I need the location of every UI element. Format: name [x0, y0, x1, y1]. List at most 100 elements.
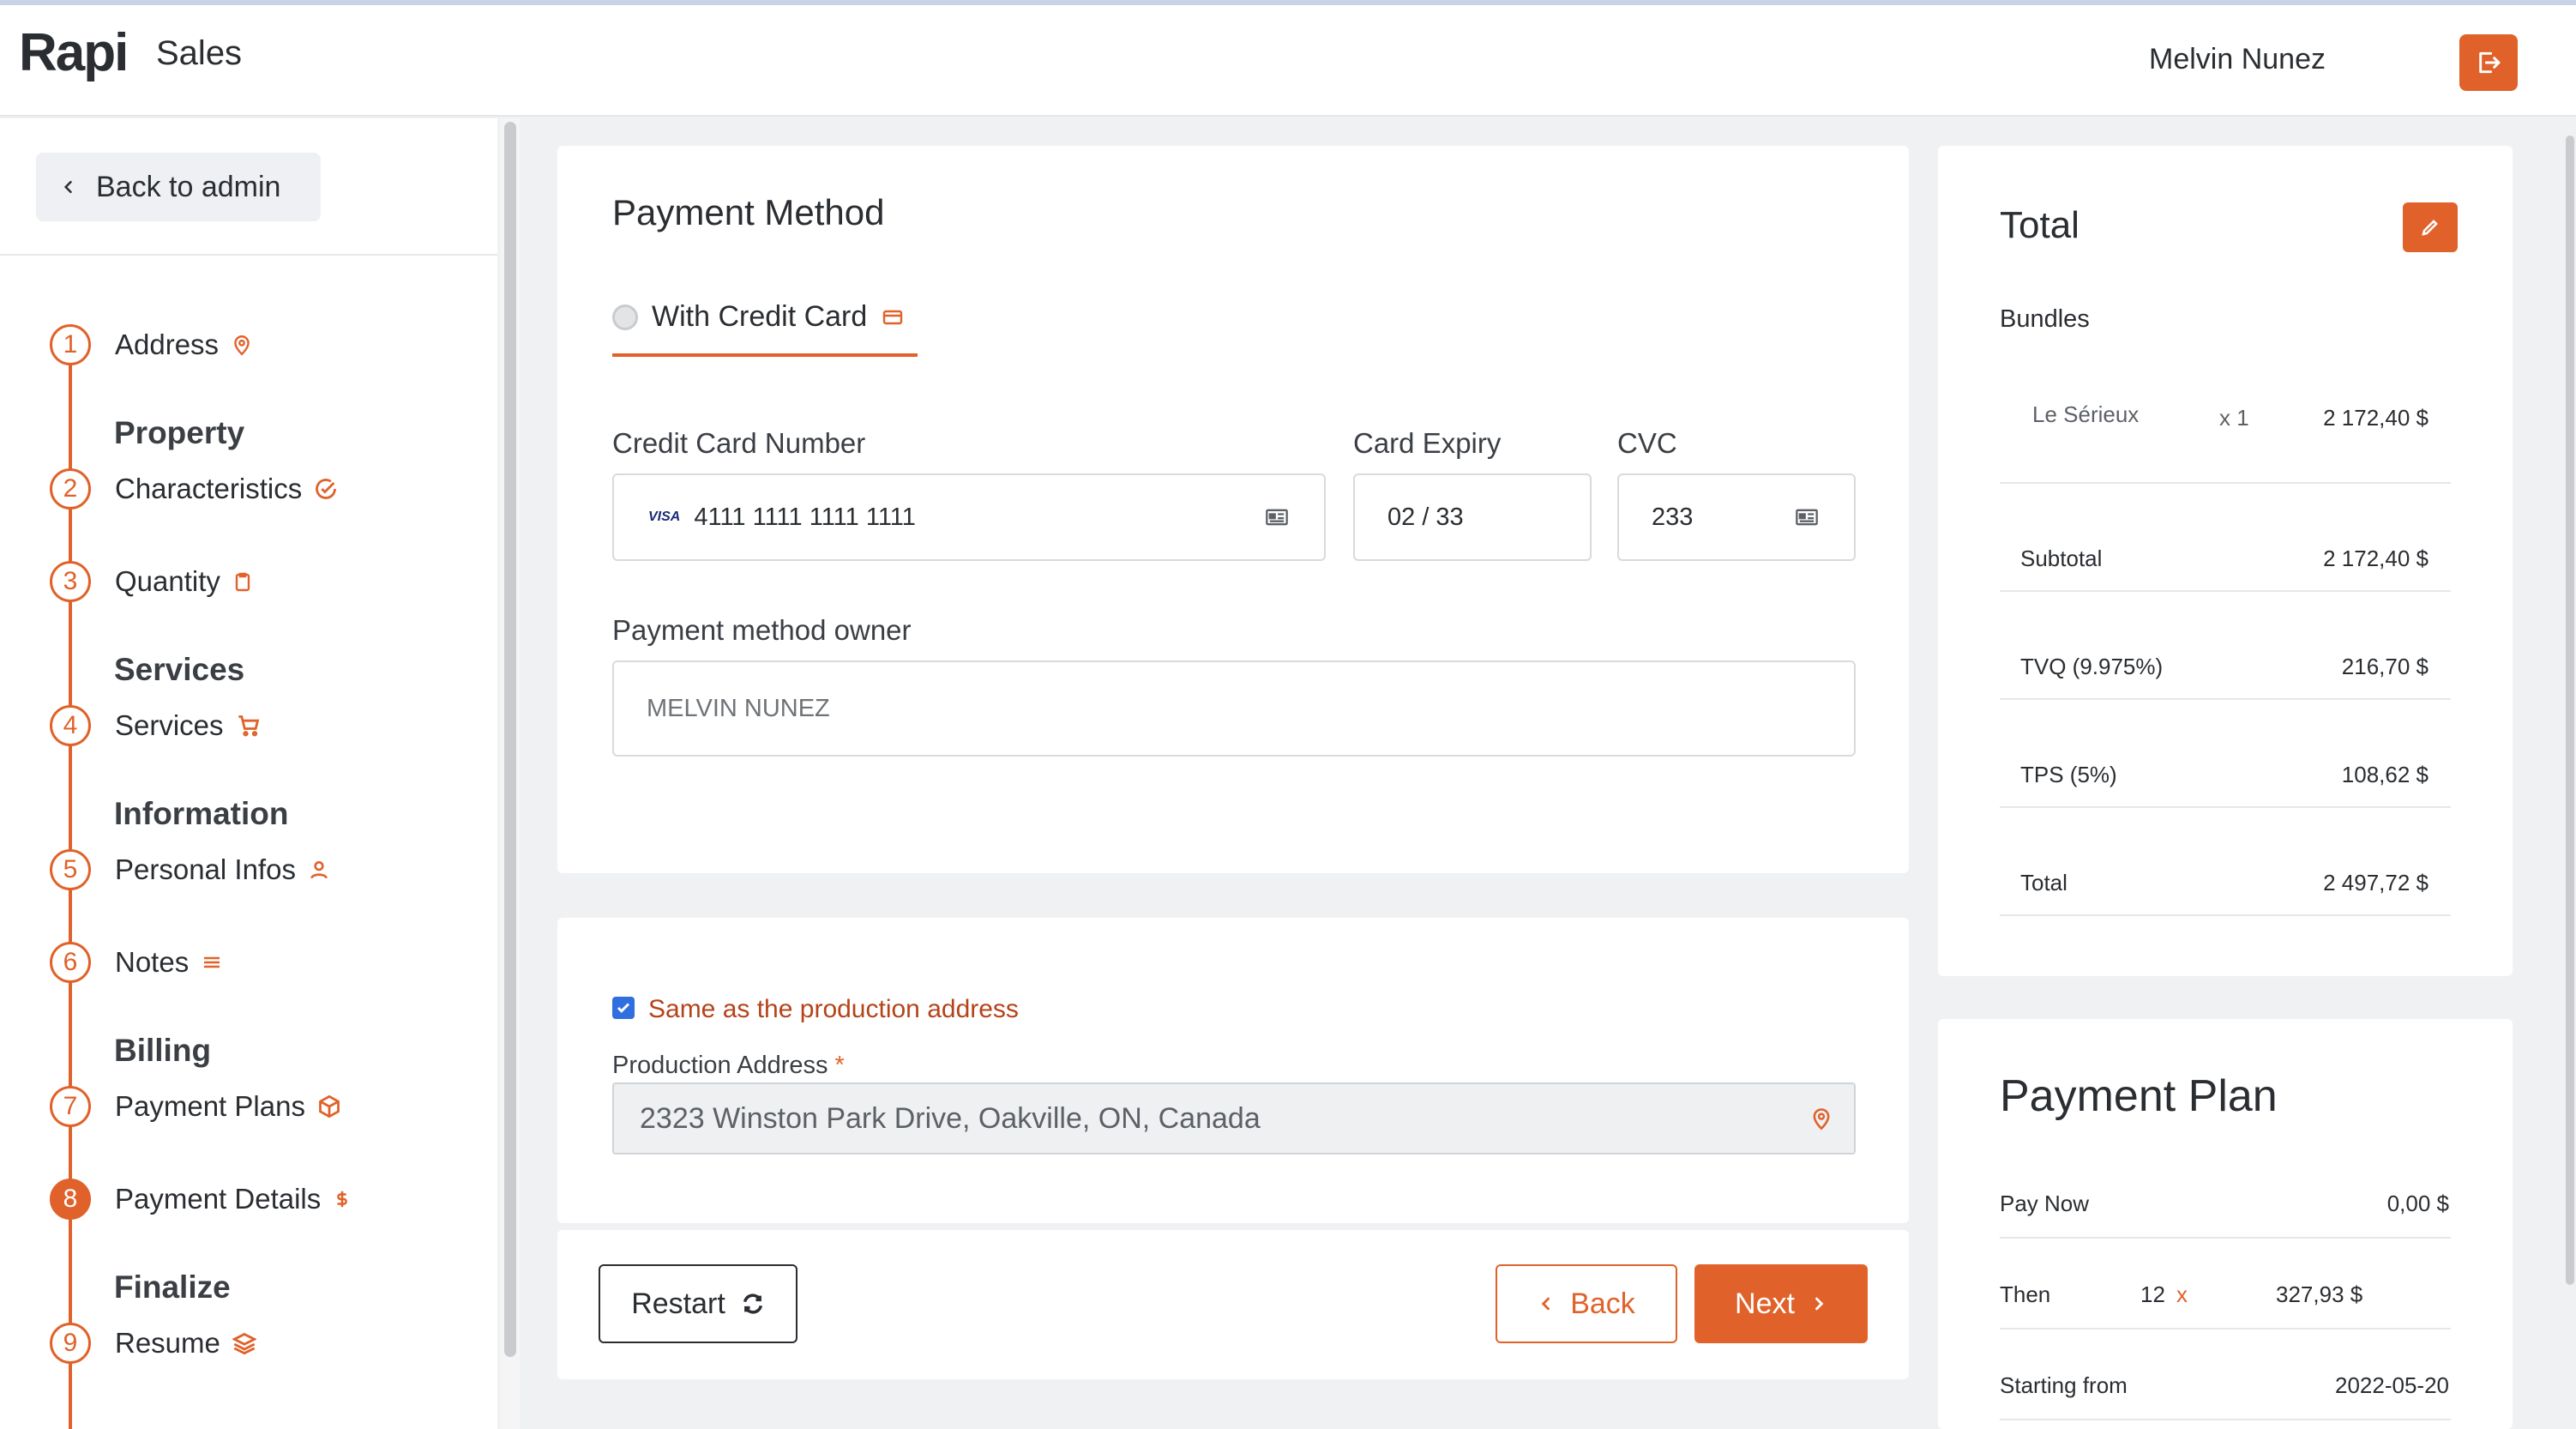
id-card-icon [1266, 509, 1288, 526]
sidebar-scrollbar[interactable] [501, 118, 520, 1429]
same-address-label[interactable]: Same as the production address [648, 995, 1019, 1024]
same-address-checkbox[interactable] [612, 997, 635, 1019]
next-button[interactable]: Next [1694, 1264, 1868, 1343]
step-number: 5 [50, 849, 91, 890]
refresh-icon [743, 1293, 762, 1314]
pay-now-value: 0,00 $ [2386, 1191, 2449, 1216]
payment-method-title: Payment Method [612, 192, 885, 232]
edit-total-button[interactable] [2403, 202, 2458, 252]
sidebar-scroll-thumb[interactable] [504, 122, 516, 1357]
step-personal-infos[interactable]: 5 Personal Infos [50, 849, 330, 890]
step-number: 9 [50, 1323, 91, 1364]
step-resume[interactable]: 9 Resume [50, 1323, 256, 1364]
tvq-value: 216,70 $ [2341, 654, 2429, 679]
step-notes[interactable]: 6 Notes [50, 942, 223, 983]
tps-value: 108,62 $ [2341, 762, 2429, 787]
step-payment-details[interactable]: 8 Payment Details [50, 1179, 352, 1220]
payment-method-card: Payment Method With Credit Card Credit C… [557, 146, 1909, 873]
step-label: Resume [115, 1327, 220, 1359]
user-name: Melvin Nunez [2149, 43, 2326, 75]
tps-label: TPS (5%) [2020, 762, 2117, 787]
id-card-icon [1796, 509, 1818, 526]
tvq-label: TVQ (9.975%) [2020, 654, 2164, 679]
step-label: Personal Infos [115, 853, 296, 885]
box-icon [319, 1094, 340, 1118]
actions-bar: Restart Back Next [557, 1230, 1909, 1379]
cvc-label: CVC [1617, 427, 1677, 459]
dollar-icon [337, 1191, 348, 1208]
step-services[interactable]: 4 Services [50, 705, 262, 746]
page-scrollbar[interactable] [2564, 118, 2576, 1429]
step-label: Services [115, 709, 224, 741]
tab-underline [612, 353, 918, 357]
divider [2000, 1419, 2451, 1420]
user-icon [310, 861, 328, 879]
card-number-field[interactable]: VISA 4111 1111 1111 1111 [612, 473, 1326, 561]
step-quantity[interactable]: 3 Quantity [50, 561, 253, 602]
chevron-right-icon [1815, 1297, 1824, 1311]
step-number: 4 [50, 705, 91, 746]
step-number: 6 [50, 942, 91, 983]
step-number: 2 [50, 468, 91, 509]
app-logo: Rapi [19, 23, 129, 82]
back-to-admin-button[interactable]: Back to admin [36, 153, 321, 221]
step-label: Address [115, 329, 220, 360]
total-label: Total [2020, 870, 2067, 895]
credit-card-radio[interactable] [612, 304, 638, 330]
tab-credit-card[interactable]: With Credit Card [612, 300, 905, 334]
step-address[interactable]: 1 Address [50, 324, 253, 365]
required-mark: * [834, 1052, 845, 1079]
group-property: Property [114, 415, 245, 450]
logout-button[interactable] [2459, 34, 2518, 91]
production-address-value: 2323 Winston Park Drive, Oakville, ON, C… [640, 1101, 1261, 1135]
starting-from-label: Starting from [2000, 1372, 2128, 1398]
step-number: 7 [50, 1086, 91, 1127]
step-characteristics[interactable]: 2 Characteristics [50, 468, 338, 509]
total-card: Total Bundles Le Sérieux x 1 2 172,40 $ … [1938, 146, 2513, 976]
check-icon [617, 1003, 630, 1013]
chevron-left-icon [63, 180, 72, 194]
production-address-field[interactable]: 2323 Winston Park Drive, Oakville, ON, C… [612, 1082, 1856, 1155]
credit-card-icon [883, 310, 903, 324]
pay-now-label: Pay Now [2000, 1191, 2090, 1216]
owner-label: Payment method owner [612, 614, 912, 646]
notes-icon [204, 956, 220, 968]
step-label: Payment Plans [115, 1090, 305, 1122]
group-services: Services [114, 652, 245, 687]
total-title: Total [2000, 204, 2079, 246]
then-label: Then [2000, 1281, 2051, 1307]
card-number-value: 4111 1111 1111 1111 [694, 503, 916, 531]
back-label: Back [1570, 1287, 1635, 1320]
group-information: Information [114, 796, 289, 831]
cvc-field[interactable]: 233 [1617, 473, 1856, 561]
bundles-label: Bundles [2000, 305, 2090, 333]
back-button[interactable]: Back [1496, 1264, 1677, 1343]
bundle-price: 2 172,40 $ [2323, 405, 2429, 431]
step-payment-plans[interactable]: 7 Payment Plans [50, 1086, 341, 1127]
card-number-label: Credit Card Number [612, 427, 866, 459]
chevron-left-icon [1541, 1297, 1550, 1311]
card-expiry-value: 02 / 33 [1387, 503, 1464, 531]
restart-button[interactable]: Restart [599, 1264, 797, 1343]
starting-from-value: 2022-05-20 [2335, 1372, 2449, 1398]
divider [2000, 1328, 2451, 1330]
step-number: 3 [50, 561, 91, 602]
step-label: Characteristics [115, 473, 303, 504]
production-address-label-text: Production Address [612, 1052, 828, 1079]
check-circle-icon [316, 479, 337, 499]
step-number: 8 [50, 1179, 91, 1220]
subtotal-label: Subtotal [2020, 546, 2103, 571]
then-count: 12 [2140, 1281, 2165, 1307]
owner-field[interactable]: MELVIN NUNEZ [612, 660, 1856, 757]
divider [2000, 698, 2451, 700]
card-expiry-field[interactable]: 02 / 33 [1353, 473, 1592, 561]
layers-icon [232, 1332, 256, 1355]
address-card: Same as the production address Productio… [557, 918, 1909, 1223]
visa-brand-icon: VISA [648, 509, 681, 524]
group-billing: Billing [114, 1033, 212, 1068]
step-label: Payment Details [115, 1183, 322, 1215]
page-scroll-thumb[interactable] [2566, 136, 2574, 1285]
divider [2000, 590, 2451, 592]
then-times: x [2176, 1281, 2188, 1307]
payment-plan-card: Payment Plan Pay Now 0,00 $ Then 12 x 32… [1938, 1019, 2513, 1429]
